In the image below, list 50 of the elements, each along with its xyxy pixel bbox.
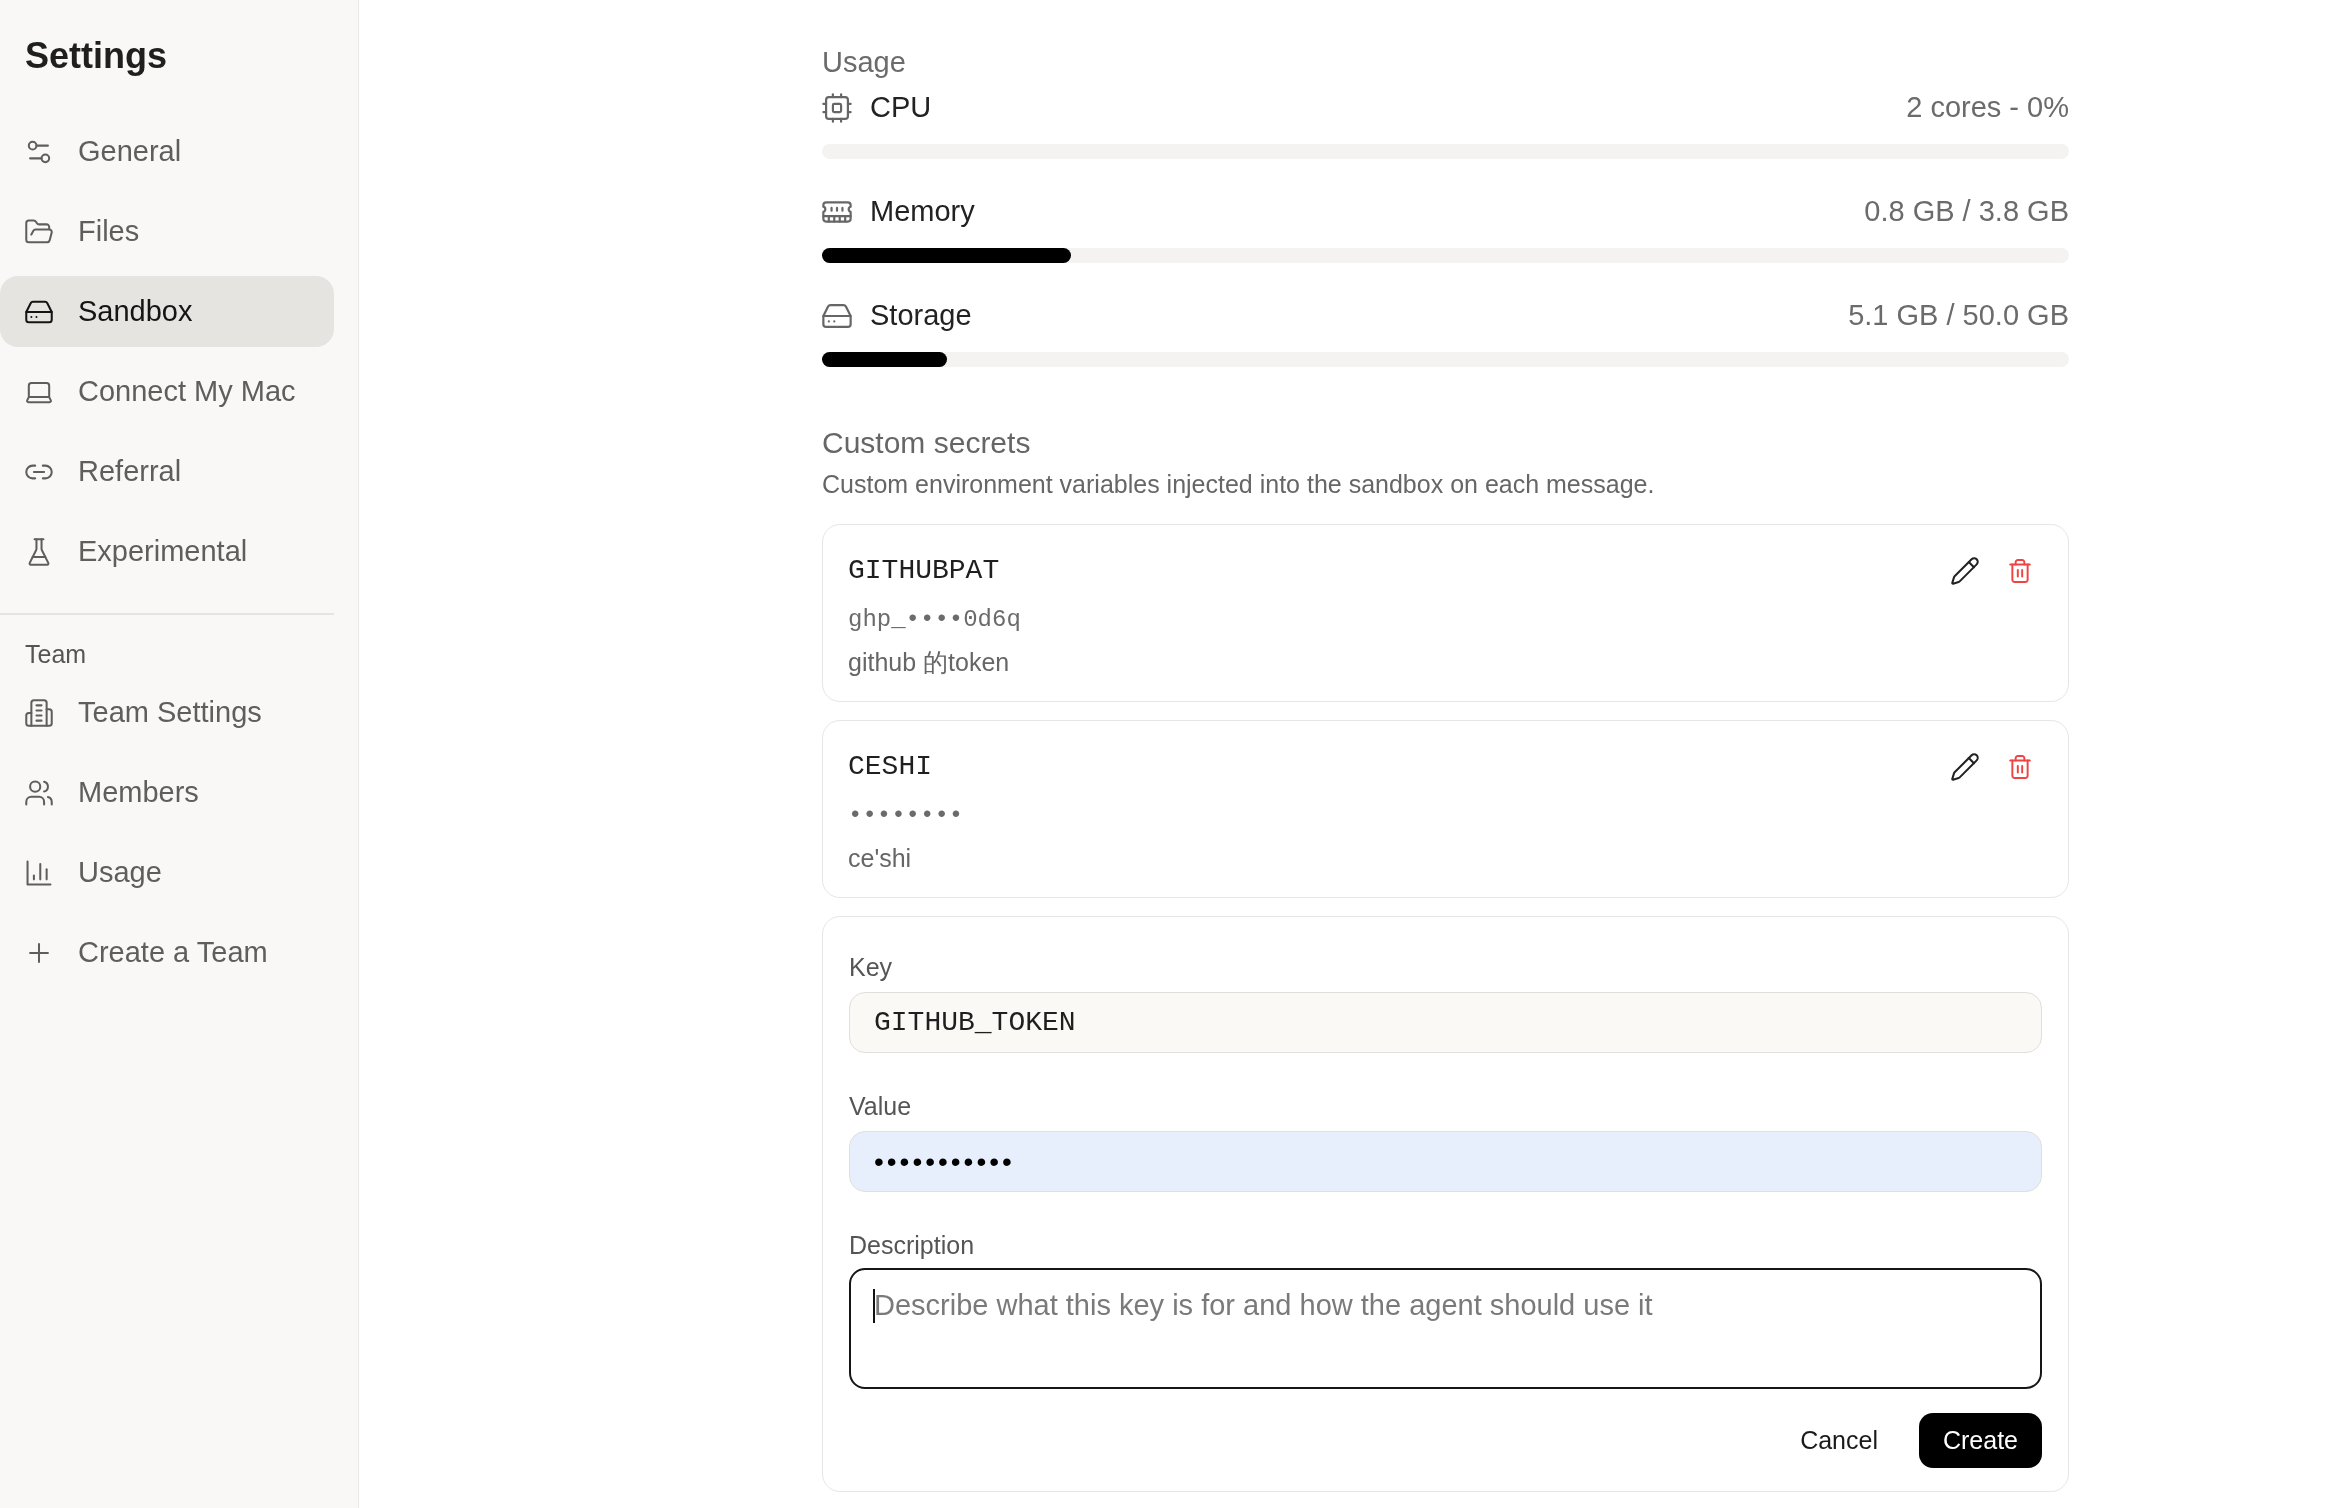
edit-button[interactable] [1951,557,1979,585]
text-cursor [873,1289,875,1323]
sidebar-title: Settings [24,34,167,78]
secret-key: GITHUBPAT [848,553,1000,589]
meter-label: CPU [870,90,932,126]
field-label: Description [849,1230,975,1260]
sidebar-item[interactable]: Files [0,196,334,267]
key-input[interactable]: GITHUB_TOKEN [849,992,2042,1053]
field-label: Value [849,1091,912,1121]
section-description: Custom environment variables injected into the sandbox on each message. [822,469,1655,499]
users-icon [25,779,53,807]
create-button[interactable]: Create [1918,1413,2042,1468]
section-heading: Custom secrets [822,425,1031,461]
pencil-icon [1951,753,1979,781]
sidebar-item[interactable]: Connect My Mac [0,356,334,427]
sidebar-item[interactable]: Members [0,757,334,829]
secret-key: CESHI [848,749,932,785]
edit-button[interactable] [1951,753,1979,781]
meter-reading: 5.1 GB / 50.0 GB [1848,298,2069,334]
field-label: Key [849,952,893,982]
sidebar-item[interactable]: Create a Team [0,917,334,989]
trash-icon [2008,558,2032,584]
sidebar-item[interactable]: Experimental [0,516,334,587]
meter-label: Storage [870,298,972,334]
secret-description: ce'shi [848,843,912,873]
description-field[interactable]: Describe what this key is for and how the agent should use it [849,1268,2042,1389]
secret-value: •••••••• [848,801,964,831]
sidebar-item[interactable]: Sandbox [0,276,334,347]
sidebar-item[interactable]: Team Settings [0,677,334,749]
meter-label: Memory [870,194,975,230]
sidebar-section-heading: Team [25,639,87,668]
hard-drive-icon [822,301,852,331]
meter-reading: 0.8 GB / 3.8 GB [1864,194,2069,230]
meter-reading: 2 cores - 0% [1906,90,2069,126]
secret-value: ghp_••••0d6q [848,605,1021,635]
building-icon [25,699,53,727]
secret-description: github 的token [848,647,1010,677]
pencil-icon [1951,557,1979,585]
cancel-button[interactable]: Cancel [1780,1413,1898,1468]
section-heading: Usage [822,45,906,79]
chip-icon [822,93,852,123]
trash-icon [2008,754,2032,780]
delete-button[interactable] [2008,558,2032,584]
sidebar-item[interactable]: Referral [0,436,334,507]
sidebar-item[interactable]: Usage [0,837,334,909]
value-input[interactable]: ••••••••••• [849,1131,2042,1192]
sidebar-item[interactable]: General [0,116,334,187]
delete-button[interactable] [2008,754,2032,780]
folder-icon [25,217,53,246]
bar-chart-icon [25,859,53,887]
